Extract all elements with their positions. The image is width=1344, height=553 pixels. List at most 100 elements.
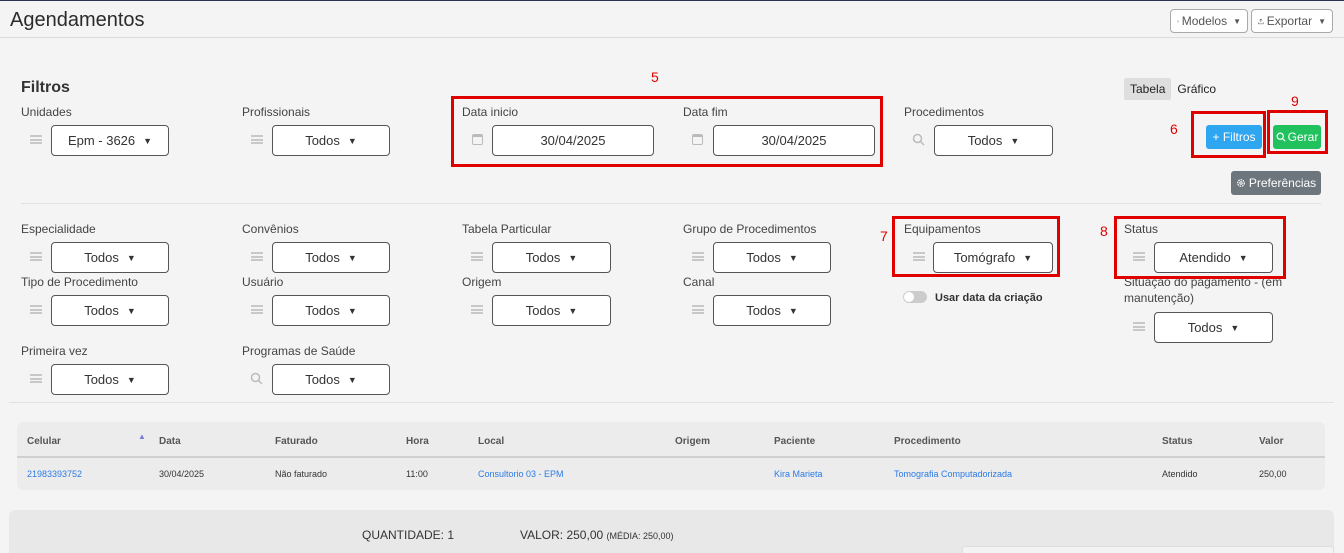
- programas-saude-select[interactable]: Todos ▼: [272, 364, 390, 395]
- annotation-box-7: [892, 216, 1060, 277]
- column-header-paciente[interactable]: Paciente: [774, 436, 815, 447]
- canal-select[interactable]: Todos ▼: [713, 295, 831, 326]
- canal-label: Canal: [683, 275, 715, 289]
- cell-paciente[interactable]: Kira Marieta: [774, 469, 823, 479]
- grupo-procedimentos-label: Grupo de Procedimentos: [683, 222, 817, 236]
- drag-handle-icon[interactable]: [471, 305, 483, 314]
- filters-title: Filtros: [21, 79, 70, 96]
- procedimentos-label: Procedimentos: [904, 105, 985, 119]
- tipo-procedimento-value: Todos: [84, 303, 119, 318]
- column-header-hora[interactable]: Hora: [406, 436, 429, 447]
- drag-handle-icon[interactable]: [30, 374, 42, 383]
- exportar-dropdown[interactable]: Exportar ▼: [1251, 9, 1333, 33]
- tipo-procedimento-select[interactable]: Todos ▼: [51, 295, 169, 326]
- annotation-box-6: [1191, 111, 1266, 158]
- cell-local[interactable]: Consultorio 03 - EPM: [478, 469, 564, 479]
- tabela-particular-select[interactable]: Todos ▼: [492, 242, 611, 273]
- origem-select[interactable]: Todos ▼: [492, 295, 611, 326]
- column-header-status[interactable]: Status: [1162, 436, 1193, 447]
- primeira-vez-label: Primeira vez: [21, 344, 88, 358]
- primeira-vez-select[interactable]: Todos ▼: [51, 364, 169, 395]
- drag-handle-icon[interactable]: [251, 305, 263, 314]
- procedimentos-value: Todos: [967, 133, 1003, 148]
- primeira-vez-value: Todos: [84, 372, 119, 387]
- situacao-pagamento-label-2: manutenção): [1124, 291, 1195, 305]
- especialidade-select[interactable]: Todos ▼: [51, 242, 169, 273]
- modelos-dropdown[interactable]: Modelos ▼: [1170, 9, 1248, 33]
- cell-data: 30/04/2025: [159, 469, 205, 479]
- cell-valor: 250,00: [1259, 469, 1287, 479]
- convenios-label: Convênios: [242, 222, 299, 236]
- cell-faturado: Não faturado: [275, 469, 328, 479]
- search-icon: [250, 372, 263, 385]
- annotation-box-9: [1267, 110, 1328, 154]
- annotation-number-7: 7: [880, 228, 888, 244]
- cell-hora: 11:00: [406, 469, 428, 479]
- tab-grafico[interactable]: Gráfico: [1171, 78, 1222, 100]
- column-header-procedimento[interactable]: Procedimento: [894, 436, 961, 447]
- summary-valor-value: VALOR: 250,00: [520, 528, 604, 542]
- caret-down-icon: ▼: [126, 305, 136, 316]
- situacao-pagamento-value: Todos: [1187, 320, 1223, 335]
- drag-handle-icon[interactable]: [30, 135, 42, 144]
- unidades-select[interactable]: Epm - 3626 ▼: [51, 125, 169, 156]
- column-header-celular[interactable]: Celular: [27, 436, 61, 447]
- column-header-local[interactable]: Local: [478, 436, 504, 447]
- caret-down-icon: ▼: [1010, 135, 1020, 146]
- page-title: Agendamentos: [10, 9, 145, 31]
- canal-value: Todos: [746, 303, 781, 318]
- drag-handle-icon[interactable]: [30, 305, 42, 314]
- procedimentos-select[interactable]: Todos ▼: [934, 125, 1053, 156]
- convenios-value: Todos: [305, 250, 340, 265]
- usar-data-criacao-toggle[interactable]: [903, 291, 927, 303]
- annotation-number-5: 5: [651, 69, 659, 85]
- column-header-valor[interactable]: Valor: [1259, 436, 1283, 447]
- column-header-data[interactable]: Data: [159, 436, 181, 447]
- view-tabs: Tabela Gráfico: [1124, 78, 1222, 100]
- summary-quantidade: QUANTIDADE: 1: [362, 528, 455, 542]
- caret-down-icon: ▼: [126, 374, 136, 385]
- usuario-select[interactable]: Todos ▼: [272, 295, 390, 326]
- column-header-faturado[interactable]: Faturado: [275, 436, 318, 447]
- profissionais-value: Todos: [305, 133, 340, 148]
- caret-down-icon: ▼: [347, 305, 357, 316]
- divider: [21, 203, 1321, 204]
- tab-tabela[interactable]: Tabela: [1124, 78, 1172, 100]
- caret-down-icon: ▼: [568, 305, 578, 316]
- results-table: Celular ▲ Data Faturado Hora Local Orige…: [17, 422, 1325, 490]
- grupo-procedimentos-select[interactable]: Todos ▼: [713, 242, 831, 273]
- cell-procedimento[interactable]: Tomografia Computadorizada: [894, 469, 1012, 479]
- especialidade-value: Todos: [84, 250, 119, 265]
- cell-celular[interactable]: 21983393752: [27, 469, 82, 479]
- drag-handle-icon[interactable]: [692, 305, 704, 314]
- summary-media: (MÉDIA: 250,00): [606, 531, 674, 541]
- table-header: Celular ▲ Data Faturado Hora Local Orige…: [17, 422, 1325, 458]
- summary-valor: VALOR: 250,00 (MÉDIA: 250,00): [520, 528, 674, 542]
- cell-status: Atendido: [1162, 469, 1198, 479]
- divider: [9, 402, 1334, 403]
- caret-down-icon: ▼: [347, 374, 357, 385]
- usar-data-criacao-label: Usar data da criação: [935, 292, 1043, 304]
- programas-saude-value: Todos: [305, 372, 340, 387]
- drag-handle-icon[interactable]: [471, 252, 483, 261]
- drag-handle-icon[interactable]: [30, 252, 42, 261]
- caret-down-icon: ▼: [347, 135, 357, 146]
- convenios-select[interactable]: Todos ▼: [272, 242, 390, 273]
- especialidade-label: Especialidade: [21, 222, 96, 236]
- usuario-label: Usuário: [242, 275, 284, 289]
- drag-handle-icon[interactable]: [251, 135, 263, 144]
- grupo-procedimentos-value: Todos: [746, 250, 781, 265]
- drag-handle-icon[interactable]: [1133, 322, 1145, 331]
- caret-down-icon: ▼: [347, 252, 357, 263]
- caret-down-icon: ▼: [143, 135, 153, 146]
- modelos-label: Modelos: [1181, 14, 1228, 28]
- drag-handle-icon[interactable]: [692, 252, 704, 261]
- column-header-origem[interactable]: Origem: [675, 436, 710, 447]
- sort-ascending-icon[interactable]: ▲: [138, 432, 146, 441]
- caret-down-icon: ▼: [126, 252, 136, 263]
- profissionais-select[interactable]: Todos ▼: [272, 125, 390, 156]
- preferencias-button[interactable]: Preferências: [1231, 171, 1321, 195]
- drag-handle-icon[interactable]: [251, 252, 263, 261]
- annotation-number-9: 9: [1291, 93, 1299, 109]
- situacao-pagamento-select[interactable]: Todos ▼: [1154, 312, 1273, 343]
